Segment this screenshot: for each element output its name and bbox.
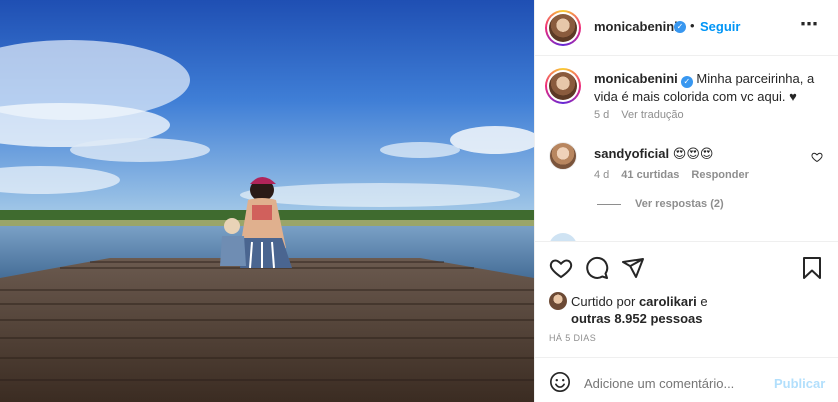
liker-username[interactable]: carolikari xyxy=(639,294,697,309)
caption-username[interactable]: monicabenini xyxy=(594,71,678,86)
publish-button[interactable]: Publicar xyxy=(774,376,825,391)
more-options-icon[interactable]: ⋯ xyxy=(800,14,819,35)
like-comment-icon[interactable] xyxy=(811,151,823,163)
commenter-avatar[interactable] xyxy=(549,142,577,170)
verified-badge-icon: ✓ xyxy=(674,21,686,33)
see-translation-link[interactable]: Ver tradução xyxy=(621,109,683,121)
caption-age: 5 d xyxy=(594,109,610,121)
view-replies-label: Ver respostas (2) xyxy=(635,198,724,210)
view-replies-button[interactable]: Ver respostas (2) xyxy=(597,198,724,210)
replies-divider xyxy=(597,203,621,205)
action-bar xyxy=(535,252,838,282)
likes-others-link[interactable]: outras 8.952 pessoas xyxy=(571,311,703,326)
comment-age: 4 d xyxy=(594,169,610,181)
comment-likes[interactable]: 41 curtidas xyxy=(621,169,679,181)
comments-section[interactable]: monicabenini ✓ Minha parceirinha, a vida … xyxy=(535,57,838,242)
share-send-icon[interactable] xyxy=(621,256,645,280)
comment-meta: 4 d 41 curtidas Responder xyxy=(594,169,761,181)
commenter-username[interactable]: sandyoficial xyxy=(594,146,669,161)
post-timestamp[interactable]: HÁ 5 DIAS xyxy=(549,333,596,343)
likes-joiner: e xyxy=(700,294,708,309)
post-side-panel: monicabenini ✓ • Seguir ⋯ monicabenini ✓ … xyxy=(534,0,838,402)
post-photo[interactable] xyxy=(0,0,534,402)
post-photo-image xyxy=(0,0,534,402)
comment-input[interactable] xyxy=(584,376,764,391)
like-heart-icon[interactable] xyxy=(549,256,573,280)
liker-avatar[interactable] xyxy=(549,292,567,310)
add-comment-bar: Publicar xyxy=(535,357,838,402)
author-username[interactable]: monicabenini xyxy=(594,19,678,34)
caption-meta: 5 d Ver tradução xyxy=(594,109,696,121)
comment-bubble-icon[interactable] xyxy=(585,256,609,280)
emoji-icon[interactable] xyxy=(549,371,571,393)
verified-badge-icon: ✓ xyxy=(680,76,693,88)
likes-prefix: Curtido por xyxy=(571,294,636,309)
reply-button[interactable]: Responder xyxy=(691,169,748,181)
likes-summary: Curtido por carolikari e outras 8.952 pe… xyxy=(571,293,831,327)
post-header: monicabenini ✓ • Seguir ⋯ xyxy=(535,0,838,56)
author-avatar[interactable] xyxy=(545,10,581,46)
caption-avatar[interactable] xyxy=(545,68,581,104)
follow-button[interactable]: Seguir xyxy=(700,19,740,34)
comment-text: 😍😍😍 xyxy=(672,146,714,161)
next-comment-avatar xyxy=(549,233,577,241)
comment-body: sandyoficial 😍😍😍 xyxy=(594,146,713,162)
caption-body: monicabenini ✓ Minha parceirinha, a vida … xyxy=(594,70,829,106)
save-bookmark-icon[interactable] xyxy=(801,256,823,280)
header-separator: • xyxy=(690,18,695,33)
